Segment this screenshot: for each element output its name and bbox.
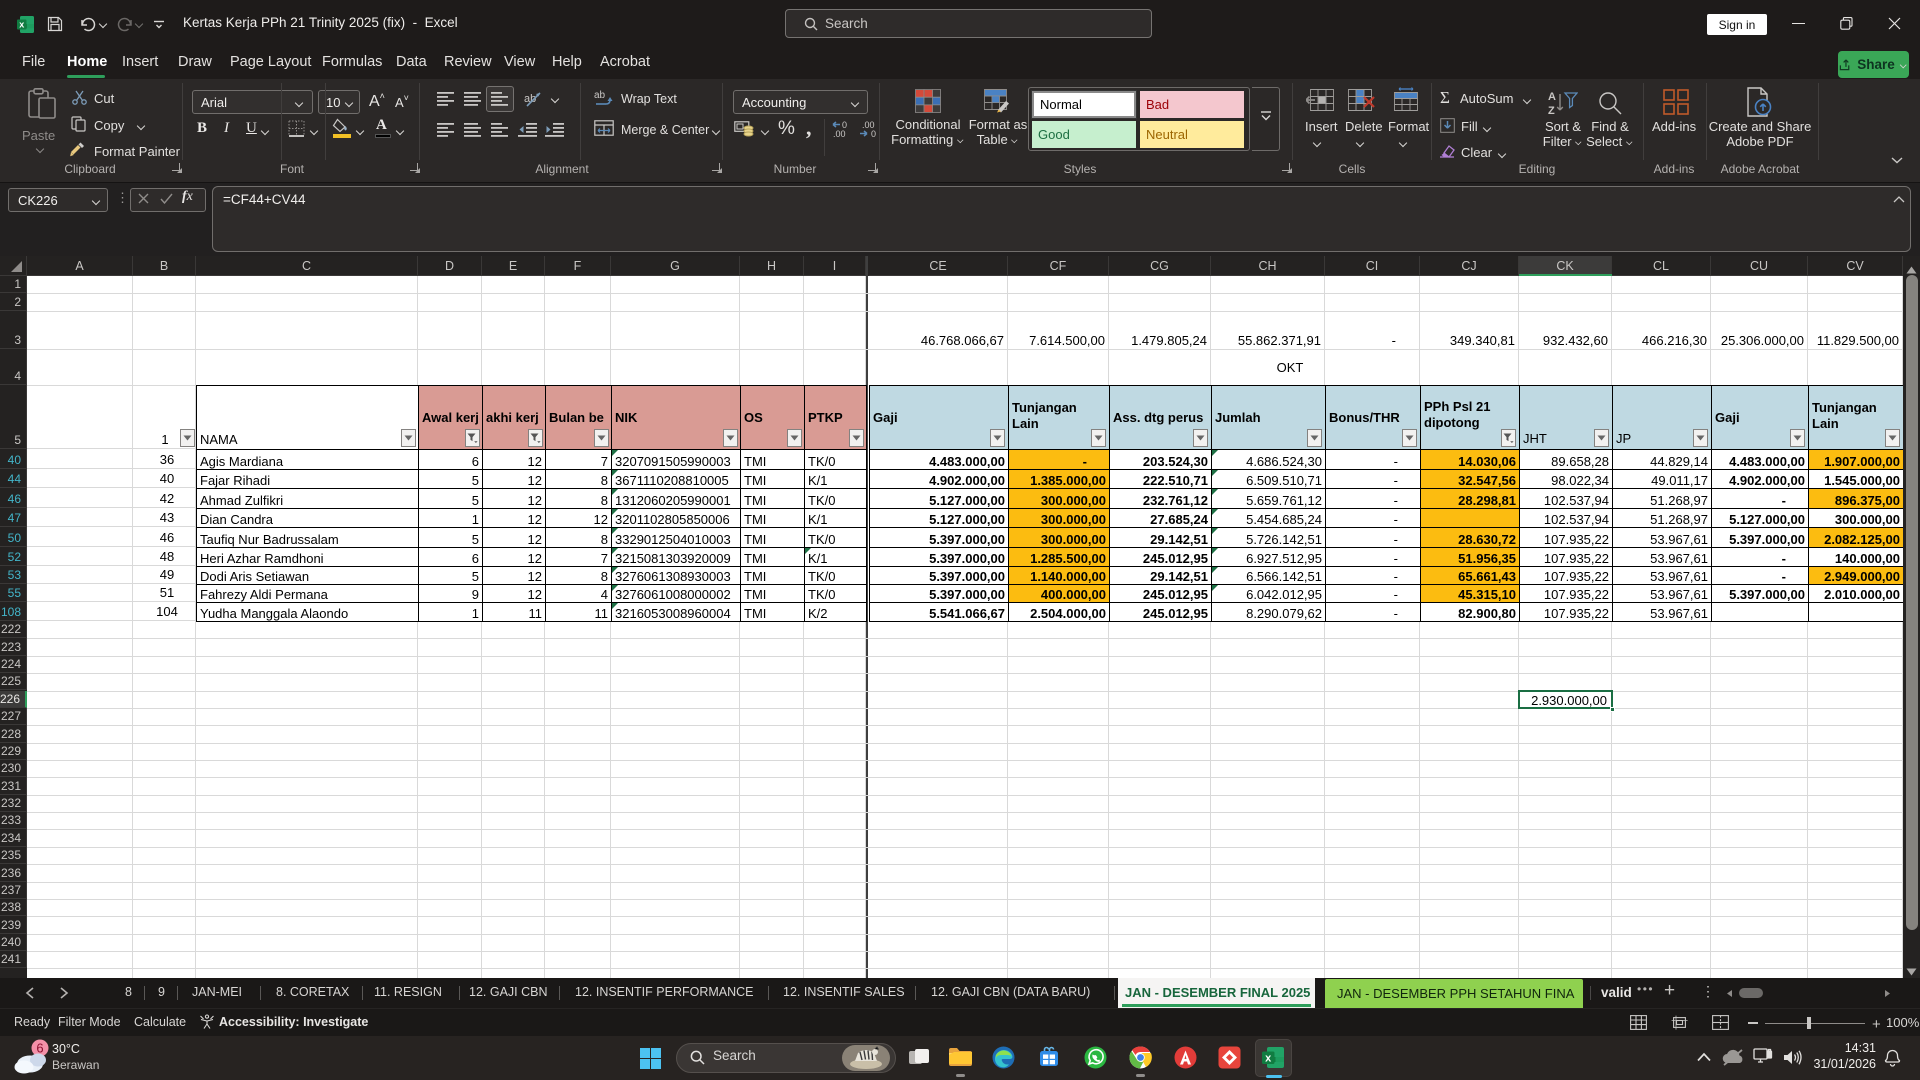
svg-text:.00: .00: [833, 129, 846, 138]
svg-text:0: 0: [871, 129, 876, 138]
svg-text:Z: Z: [1548, 105, 1555, 116]
svg-text:x: x: [1265, 1053, 1272, 1065]
svg-text:6: 6: [36, 1041, 43, 1056]
svg-text:x: x: [19, 20, 24, 30]
svg-text:ab: ab: [594, 90, 606, 101]
svg-text:A: A: [1548, 91, 1556, 103]
